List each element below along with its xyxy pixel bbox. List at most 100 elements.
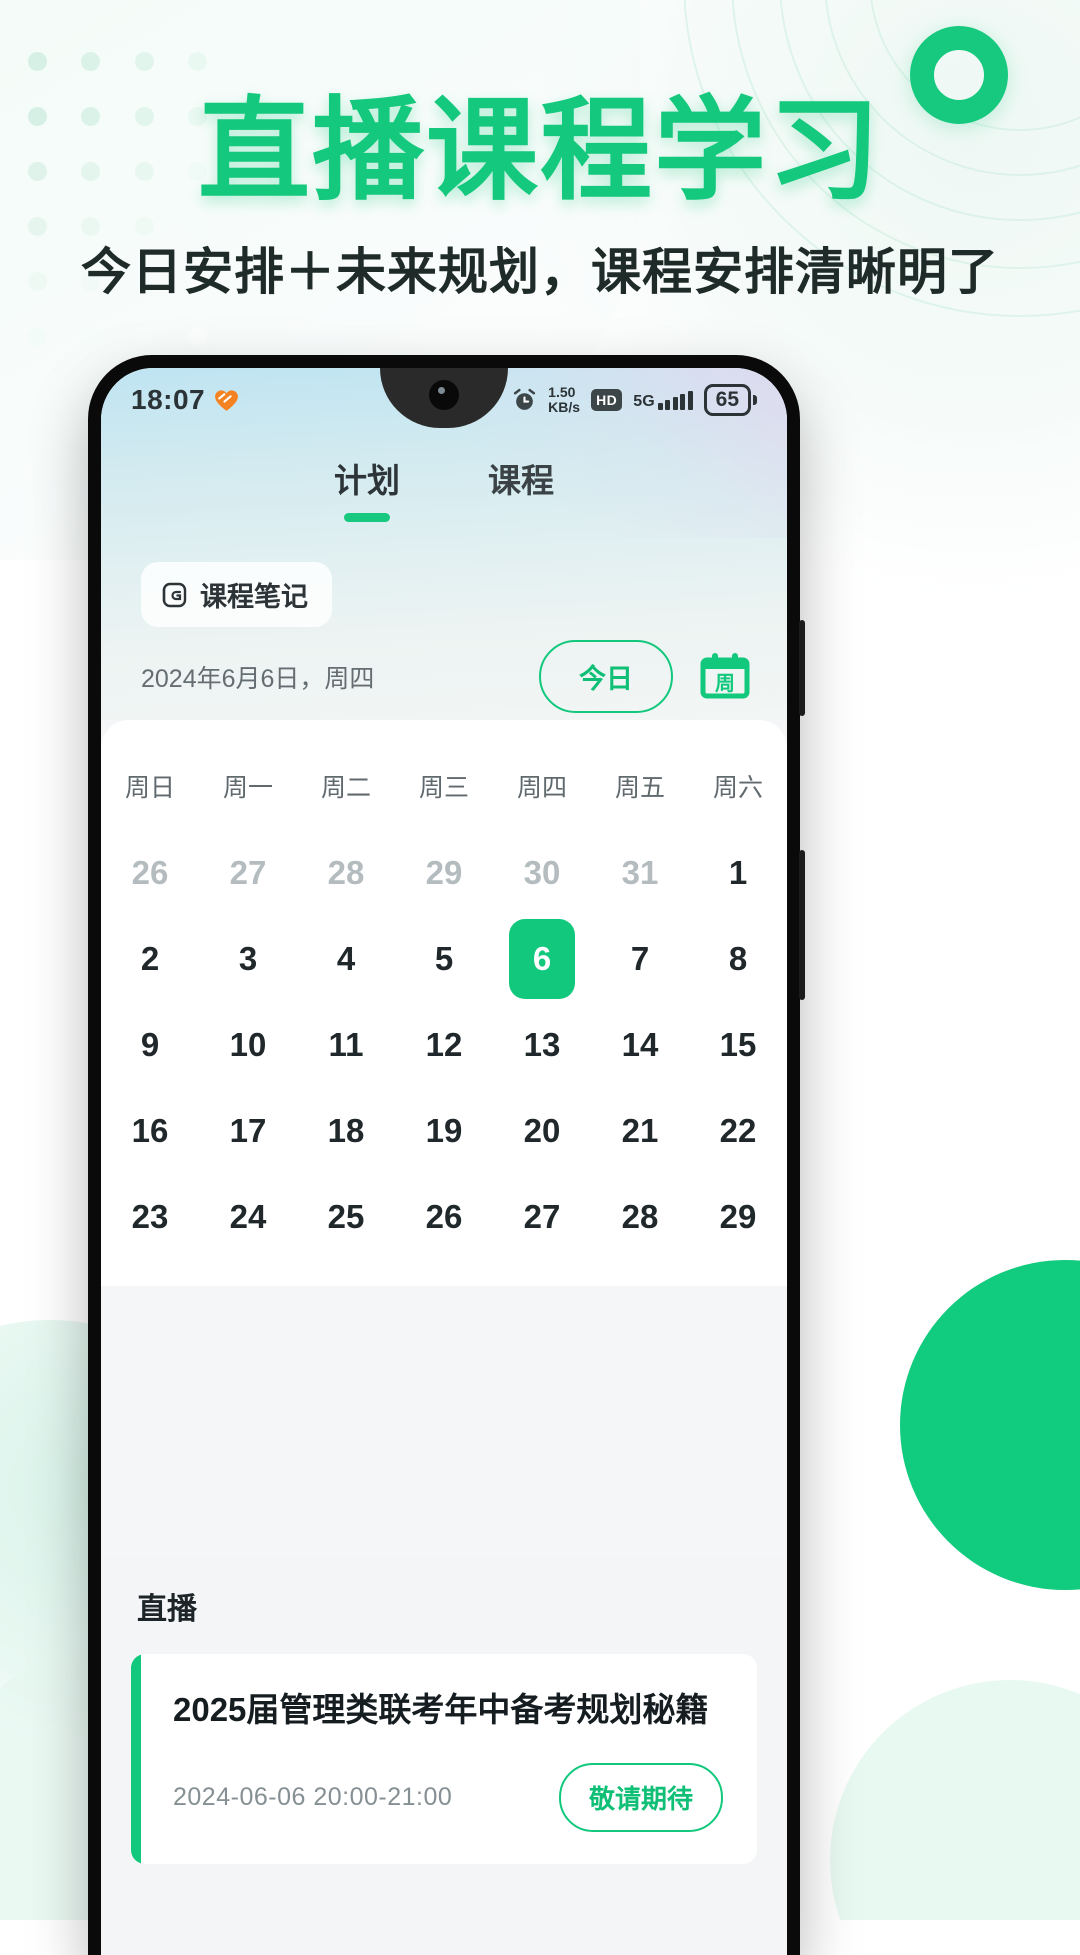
- live-card-accent-stripe: [131, 1654, 141, 1864]
- calendar-day-number: 31: [621, 854, 659, 891]
- tab-bar: 计划 课程: [101, 454, 787, 522]
- calendar-day[interactable]: 25: [297, 1174, 395, 1260]
- calendar-day[interactable]: 12: [395, 1002, 493, 1088]
- calendar-day-number: 18: [327, 1112, 365, 1149]
- poster-headline: 直播课程学习: [198, 88, 882, 213]
- calendar-day[interactable]: 18: [297, 1088, 395, 1174]
- calendar-day[interactable]: 2: [101, 916, 199, 1002]
- calendar-day-number: 7: [630, 940, 650, 977]
- calendar-week-row: 26 27 28 29 30 31 1: [101, 830, 787, 916]
- calendar-day[interactable]: 22: [689, 1088, 787, 1174]
- calendar-day-number: 22: [719, 1112, 757, 1149]
- calendar-week-icon[interactable]: 周: [699, 651, 751, 703]
- weekday-tue: 周二: [320, 774, 371, 802]
- decorative-blob-right-lower: [830, 1680, 1080, 1920]
- calendar-day-number: 15: [719, 1026, 757, 1063]
- calendar-day-number: 28: [621, 1198, 659, 1235]
- calendar-day-number: 4: [336, 940, 356, 977]
- calendar-day[interactable]: 1: [689, 830, 787, 916]
- calendar-day[interactable]: 11: [297, 1002, 395, 1088]
- alarm-clock-icon: [512, 388, 537, 413]
- calendar-day[interactable]: 26: [395, 1174, 493, 1260]
- live-card-title: 2025届管理类联考年中备考规划秘籍: [173, 1691, 709, 1728]
- calendar-day-number: 17: [229, 1112, 267, 1149]
- live-card-footer: 2024-06-06 20:00-21:00 敬请期待: [173, 1762, 723, 1832]
- calendar-day[interactable]: 29: [395, 830, 493, 916]
- calendar-day-number: 25: [327, 1198, 365, 1235]
- calendar-day-number: 16: [131, 1112, 169, 1149]
- calendar-day[interactable]: 7: [591, 916, 689, 1002]
- calendar-day-number: 23: [131, 1198, 169, 1235]
- calendar-day-selected[interactable]: 6: [493, 916, 591, 1002]
- calendar-week-row: 16 17 18 19 20 21 22: [101, 1088, 787, 1174]
- calendar-day-number: 2: [140, 940, 160, 977]
- calendar-day[interactable]: 28: [591, 1174, 689, 1260]
- calendar-day[interactable]: 28: [297, 830, 395, 916]
- calendar-day[interactable]: 3: [199, 916, 297, 1002]
- calendar-day-number: 3: [238, 940, 258, 977]
- calendar-day[interactable]: 30: [493, 830, 591, 916]
- calendar-day[interactable]: 29: [689, 1174, 787, 1260]
- calendar-day[interactable]: 23: [101, 1174, 199, 1260]
- calendar-day[interactable]: 5: [395, 916, 493, 1002]
- battery-tip: [753, 395, 757, 405]
- weekday-sun: 周日: [124, 774, 175, 802]
- tab-plan[interactable]: 计划: [334, 454, 400, 522]
- calendar-day[interactable]: 20: [493, 1088, 591, 1174]
- calendar-day-number: 20: [523, 1112, 561, 1149]
- decorative-blob-right: [900, 1260, 1080, 1590]
- calendar-day[interactable]: 10: [199, 1002, 297, 1088]
- calendar-weekday-header: 周日 周一 周二 周三 周四 周五 周六: [101, 756, 787, 830]
- course-note-button[interactable]: 课程笔记: [141, 562, 332, 627]
- status-bar-left: 18:07: [131, 384, 239, 416]
- weekday-sat: 周六: [712, 774, 763, 802]
- calendar-day[interactable]: 19: [395, 1088, 493, 1174]
- course-note-icon: [159, 580, 189, 610]
- calendar-day-number: 24: [229, 1198, 267, 1235]
- calendar-day[interactable]: 4: [297, 916, 395, 1002]
- calendar-week-row: 2 3 4 5 6 7 8: [101, 916, 787, 1002]
- calendar-day-number: 13: [523, 1026, 561, 1063]
- hd-badge: HD: [591, 389, 623, 411]
- calendar-day-number: 29: [719, 1198, 757, 1235]
- today-button[interactable]: 今日: [539, 640, 673, 713]
- calendar-day[interactable]: 15: [689, 1002, 787, 1088]
- calendar-day[interactable]: 9: [101, 1002, 199, 1088]
- poster-subheadline: 今日安排＋未来规划，课程安排清晰明了: [81, 244, 999, 300]
- calendar-day-number: 21: [621, 1112, 659, 1149]
- tab-course[interactable]: 课程: [488, 454, 554, 522]
- phone-screen: 18:07 1.50 KB/s HD 5G 65 计划 课程 课程笔记 2024…: [101, 368, 787, 1955]
- calendar-day-number: 6: [509, 919, 575, 999]
- calendar-card: 周日 周一 周二 周三 周四 周五 周六 26 27 28 29 30 31 1…: [101, 720, 787, 1286]
- status-time: 18:07: [131, 384, 206, 415]
- calendar-day[interactable]: 16: [101, 1088, 199, 1174]
- calendar-day-number: 27: [229, 854, 267, 891]
- heart-icon: [214, 389, 239, 412]
- calendar-day-number: 27: [523, 1198, 561, 1235]
- calendar-day[interactable]: 13: [493, 1002, 591, 1088]
- phone-button-power: [799, 850, 805, 1000]
- calendar-day-number: 1: [728, 854, 748, 891]
- calendar-day-number: 8: [728, 940, 748, 977]
- calendar-day[interactable]: 31: [591, 830, 689, 916]
- battery-level: 65: [703, 384, 751, 416]
- calendar-day[interactable]: 24: [199, 1174, 297, 1260]
- current-date-text: 2024年6月6日，周四: [141, 664, 375, 693]
- live-card-action-button[interactable]: 敬请期待: [558, 1762, 723, 1832]
- calendar-day[interactable]: 21: [591, 1088, 689, 1174]
- calendar-day[interactable]: 27: [199, 830, 297, 916]
- live-course-card[interactable]: 2025届管理类联考年中备考规划秘籍 2024-06-06 20:00-21:0…: [131, 1654, 757, 1864]
- calendar-day-number: 12: [425, 1026, 463, 1063]
- calendar-week-icon-label: 周: [715, 673, 735, 695]
- calendar-day[interactable]: 14: [591, 1002, 689, 1088]
- calendar-week-row: 9 10 11 12 13 14 15: [101, 1002, 787, 1088]
- calendar-day[interactable]: 26: [101, 830, 199, 916]
- calendar-day-number: 28: [327, 854, 365, 891]
- calendar-day[interactable]: 8: [689, 916, 787, 1002]
- calendar-day[interactable]: 17: [199, 1088, 297, 1174]
- live-section-title: 直播: [137, 1593, 197, 1626]
- signal-bars-icon: 5G: [633, 390, 693, 410]
- calendar-day[interactable]: 27: [493, 1174, 591, 1260]
- calendar-day-number: 30: [523, 854, 561, 891]
- calendar-day-number: 9: [140, 1026, 160, 1063]
